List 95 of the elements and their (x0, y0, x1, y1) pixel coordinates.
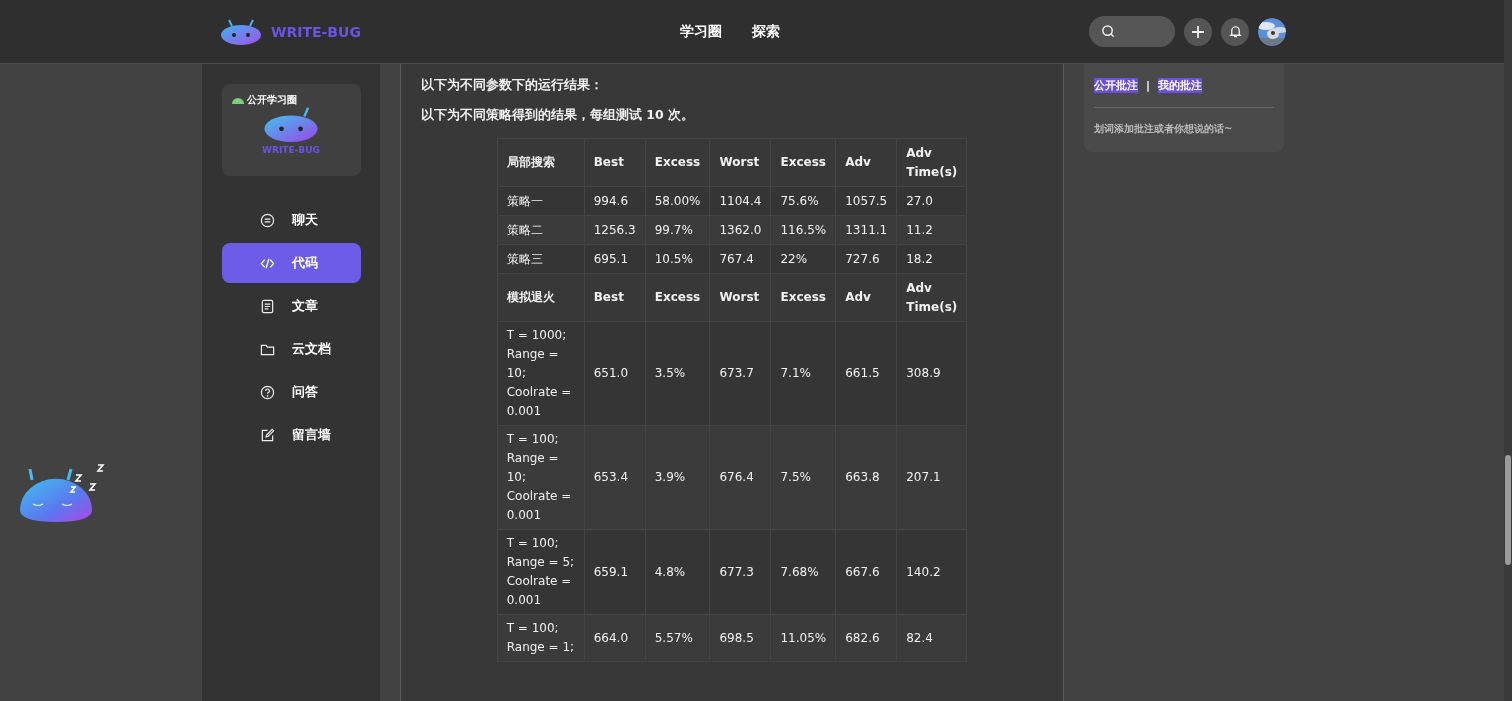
column-header: Excess (645, 138, 710, 187)
column-header: Excess (770, 273, 836, 322)
sidebar-item[interactable]: 文章 (221, 286, 361, 326)
table-cell: 767.4 (709, 244, 771, 274)
column-header: 局部搜索 (497, 138, 585, 187)
column-header: Worst (709, 273, 771, 322)
table-cell: 653.4 (584, 425, 646, 530)
column-header: Adv (835, 138, 897, 187)
edit-icon (259, 427, 275, 443)
annotation-tab[interactable]: 公开批注 (1094, 78, 1138, 93)
column-header: Adv (835, 273, 897, 322)
table-cell: 5.57% (645, 614, 710, 662)
table-cell: 140.2 (896, 529, 967, 615)
table-cell: 308.9 (896, 321, 967, 426)
sidebar-item[interactable]: 代码 (221, 243, 361, 283)
table-cell: 664.0 (584, 614, 646, 662)
table-cell: 663.8 (835, 425, 897, 530)
search-field[interactable] (1089, 16, 1175, 47)
android-icon (230, 95, 245, 105)
plus-icon (1190, 23, 1206, 40)
table-cell: 673.7 (709, 321, 771, 426)
table-cell: 82.4 (896, 614, 967, 662)
table-cell: T = 1000; Range = 10; Coolrate = 0.001 (497, 321, 585, 426)
sidebar-item[interactable]: 留言墙 (221, 415, 361, 455)
table-cell: 4.8% (645, 529, 710, 615)
table-cell: 18.2 (896, 244, 967, 274)
table-cell: 58.00% (645, 186, 710, 216)
table-cell: 116.5% (770, 215, 836, 245)
notification-button[interactable] (1221, 17, 1249, 46)
tab-separator: | (1146, 79, 1151, 92)
document-icon (259, 298, 275, 314)
table-cell: 99.7% (645, 215, 710, 245)
table-cell: 1362.0 (709, 215, 771, 245)
column-header: Adv Time(s) (896, 273, 967, 322)
bell-icon (1227, 24, 1243, 39)
table-cell: 10.5% (645, 244, 710, 274)
paragraph: 以下为不同参数下的运行结果： (421, 76, 603, 93)
circle-label: 公开学习圈 (246, 93, 297, 107)
table-cell: 651.0 (584, 321, 646, 426)
table-cell: T = 100; Range = 1; (497, 614, 585, 662)
table-cell: 676.4 (709, 425, 771, 530)
column-header: Excess (645, 273, 710, 322)
table-cell: 682.6 (835, 614, 897, 662)
table-cell: 677.3 (709, 529, 771, 615)
table-cell: 27.0 (896, 186, 967, 216)
column-header: Worst (709, 138, 771, 187)
table-cell: 11.2 (896, 215, 967, 245)
table-cell: 994.6 (584, 186, 646, 216)
sidebar-item[interactable]: 聊天 (221, 200, 361, 240)
table-cell: T = 100; Range = 5; Coolrate = 0.001 (497, 529, 585, 615)
circle-card[interactable]: 公开学习圈 WRITE-BUG (221, 84, 361, 176)
table-cell: 1057.5 (835, 186, 897, 216)
table-cell: T = 100; Range = 10; Coolrate = 0.001 (497, 425, 585, 530)
sidebar-item[interactable]: 云文档 (221, 329, 361, 369)
table-cell: 661.5 (835, 321, 897, 426)
column-header: Best (584, 273, 646, 322)
scrollbar[interactable] (1504, 0, 1512, 701)
robot-logo-icon[interactable] (220, 17, 262, 46)
annotation-hint: 划词添加批注或者你想说的话~ (1094, 122, 1234, 136)
table-cell: 7.5% (770, 425, 836, 530)
chat-icon (259, 212, 275, 228)
column-header: Adv Time(s) (896, 138, 967, 187)
table-cell: 695.1 (584, 244, 646, 274)
question-icon (259, 384, 275, 400)
table-cell: 1104.4 (709, 186, 771, 216)
table-cell: 727.6 (835, 244, 897, 274)
scrollbar-thumb[interactable] (1505, 455, 1511, 565)
table-cell: 策略二 (497, 215, 585, 245)
paragraph: 以下为不同策略得到的结果，每组测试 10 次。 (421, 106, 695, 123)
table-cell: 667.6 (835, 529, 897, 615)
table-cell: 207.1 (896, 425, 967, 530)
table-cell: 11.05% (770, 614, 836, 662)
nav-link[interactable]: 探索 (752, 22, 780, 41)
table-cell: 策略三 (497, 244, 585, 274)
nav-link[interactable]: 学习圈 (680, 22, 722, 41)
table-cell: 7.1% (770, 321, 836, 426)
card-brand-name: WRITE-BUG (262, 145, 320, 155)
table-cell: 3.9% (645, 425, 710, 530)
table-cell: 659.1 (584, 529, 646, 615)
table-cell: 22% (770, 244, 836, 274)
table-cell: 策略一 (497, 186, 585, 216)
column-header: Best (584, 138, 646, 187)
table-cell: 1311.1 (835, 215, 897, 245)
add-button[interactable] (1184, 17, 1212, 46)
table-cell: 698.5 (709, 614, 771, 662)
table-cell: 1256.3 (584, 215, 646, 245)
search-icon (1101, 24, 1116, 39)
table-cell: 3.5% (645, 321, 710, 426)
table-cell: 7.68% (770, 529, 836, 615)
robot-logo-drawing (262, 105, 320, 143)
annotation-tab[interactable]: 我的批注 (1158, 78, 1203, 93)
table-cell: 75.6% (770, 186, 836, 216)
column-header: 模拟退火 (497, 273, 585, 322)
sidebar-item[interactable]: 问答 (221, 372, 361, 412)
column-header: Excess (770, 138, 836, 187)
